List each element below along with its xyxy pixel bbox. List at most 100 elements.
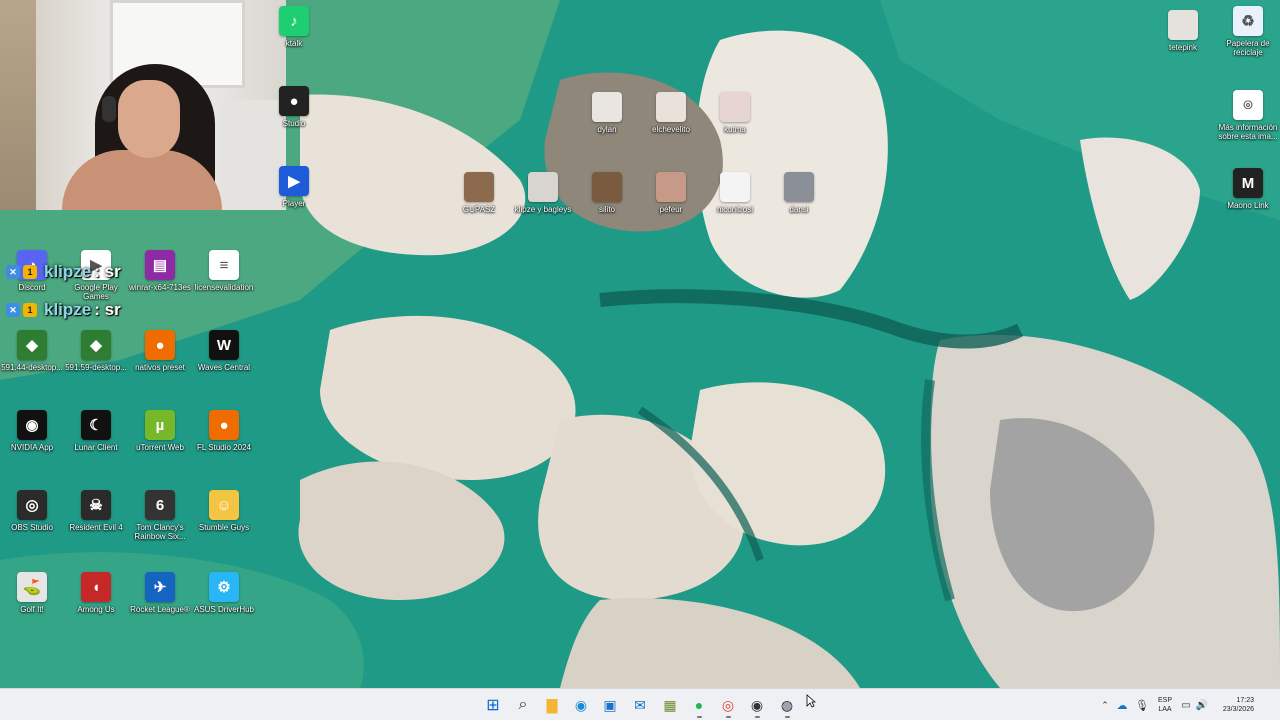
gupasz-icon bbox=[464, 172, 494, 202]
chat-badge-icon: 1 bbox=[23, 303, 37, 317]
desktop-icon-label: Maono Link bbox=[1227, 201, 1269, 210]
desktop-icon-klipze[interactable]: klipze y bagleys bbox=[511, 172, 575, 214]
desktop-icon-label: Google Play Games bbox=[74, 283, 118, 301]
desktop-icon-tiktok[interactable]: ♪ ktalk bbox=[262, 6, 326, 48]
desktop-icon-kutma[interactable]: kutma bbox=[703, 92, 767, 134]
desktop-icon-winrar[interactable]: ▤ winrar-x64-713es bbox=[128, 250, 192, 292]
waves-icon: W bbox=[209, 330, 239, 360]
desktop-icon-label: Más información sobre esta ima... bbox=[1218, 123, 1278, 141]
desktop-icon-stumble[interactable]: ☺ Stumble Guys bbox=[192, 490, 256, 532]
kutma-icon bbox=[720, 92, 750, 122]
desktop-icon-nvd1[interactable]: ◆ 591.44-desktop... bbox=[0, 330, 64, 372]
asus-icon: ⚙ bbox=[209, 572, 239, 602]
taskbar-minecraft-icon[interactable]: ▦ bbox=[660, 695, 680, 715]
desktop-icon-label: ASUS DriverHub bbox=[193, 605, 254, 614]
rocket-icon: ✈ bbox=[145, 572, 175, 602]
obs-left-icon: ● bbox=[279, 86, 309, 116]
nativos-icon: ● bbox=[145, 330, 175, 360]
volume-icon[interactable]: 🔊 bbox=[1194, 700, 1210, 711]
chat-username: klipze bbox=[44, 262, 92, 281]
utorrent-icon: µ bbox=[145, 410, 175, 440]
spotlight-icon: ⌾ bbox=[1233, 90, 1263, 120]
taskbar-obs-task-icon[interactable]: ◉ bbox=[747, 695, 767, 715]
desktop-icon-label: dansi bbox=[789, 205, 809, 214]
desktop-icon-label: nativos preset bbox=[135, 363, 185, 372]
desktop-icon-label: FL Studio 2024 bbox=[197, 443, 251, 452]
taskbar-start-icon[interactable]: ⊞ bbox=[483, 695, 503, 715]
winrar-icon: ▤ bbox=[145, 250, 175, 280]
chat-text: : sr bbox=[94, 262, 121, 281]
tray-overflow-chevron-icon[interactable]: ⌃ bbox=[1098, 700, 1112, 711]
desktop-icon-asus[interactable]: ⚙ ASUS DriverHub bbox=[192, 572, 256, 614]
taskbar-running-indicator bbox=[755, 716, 760, 718]
desktop-icon-gupasz[interactable]: GUPASZ bbox=[447, 172, 511, 214]
chat-message: ✕ 1 klipze : sr bbox=[6, 262, 121, 282]
taskbar: ⊞ ⌕ ▇ ◉ ▣ ✉ ▦ ● ◎ ◉ ◍ ⌃ ☁ 🎙 ESP LAA ▭ 🔊 17:23 23/3… bbox=[0, 688, 1280, 720]
niconitrosi-icon bbox=[720, 172, 750, 202]
webcam-headset bbox=[102, 96, 116, 122]
desktop-icon-label: Rocket League® bbox=[130, 605, 190, 614]
desktop-icon-obs[interactable]: ◎ OBS Studio bbox=[0, 490, 64, 532]
desktop-icon-lunar[interactable]: ☾ Lunar Client bbox=[64, 410, 128, 452]
re4-icon: ☠ bbox=[81, 490, 111, 520]
taskbar-running-indicator bbox=[697, 716, 702, 718]
desktop-icon-obs-left[interactable]: ● Studio bbox=[262, 86, 326, 128]
desktop-icon-golfit[interactable]: ⛳ Golf It! bbox=[0, 572, 64, 614]
desktop-icon-utorrent[interactable]: µ uTorrent Web bbox=[128, 410, 192, 452]
onedrive-icon[interactable]: ☁ bbox=[1112, 699, 1132, 712]
desktop-icon-license[interactable]: ≡ licensevalidation bbox=[192, 250, 256, 292]
desktop-icon-flstudio[interactable]: ● FL Studio 2024 bbox=[192, 410, 256, 452]
desktop-icon-label: kutma bbox=[724, 125, 746, 134]
desktop-icon-maono[interactable]: M Maono Link bbox=[1216, 168, 1280, 210]
desktop-icon-player[interactable]: ▶ Player bbox=[262, 166, 326, 208]
taskbar-spotify-icon[interactable]: ● bbox=[689, 695, 709, 715]
desktop-icon-label: klipze y bagleys bbox=[514, 205, 572, 214]
desktop-icon-dansi[interactable]: dansi bbox=[767, 172, 831, 214]
desktop-icon-label: tetepink bbox=[1168, 43, 1198, 52]
network-icon[interactable]: ▭ bbox=[1178, 700, 1194, 711]
desktop-icon-label: Golf It! bbox=[20, 605, 44, 614]
taskbar-search-icon[interactable]: ⌕ bbox=[513, 695, 533, 715]
desktop-icon-pefeur[interactable]: pefeur bbox=[639, 172, 703, 214]
clock[interactable]: 17:23 23/3/2026 bbox=[1210, 696, 1254, 714]
desktop-icon-dylan[interactable]: dylan bbox=[575, 92, 639, 134]
desktop-icon-label: silito bbox=[598, 205, 615, 214]
desktop-icon-waves[interactable]: W Waves Central bbox=[192, 330, 256, 372]
taskbar-chrome-icon[interactable]: ◎ bbox=[718, 695, 738, 715]
desktop-icon-recycle[interactable]: ♻ Papelera de reciclaje bbox=[1216, 6, 1280, 57]
desktop-icon-spotlight[interactable]: ⌾ Más información sobre esta ima... bbox=[1216, 90, 1280, 141]
desktop-icon-r6[interactable]: 6 Tom Clancy's Rainbow Six... bbox=[128, 490, 192, 541]
microphone-icon[interactable]: 🎙 bbox=[1132, 699, 1152, 712]
taskbar-store-icon[interactable]: ▣ bbox=[600, 695, 620, 715]
desktop-icon-elchevelito[interactable]: elchevelito bbox=[639, 92, 703, 134]
desktop-icon-nativos[interactable]: ● nativos preset bbox=[128, 330, 192, 372]
desktop-icon-niconitrosi[interactable]: niconitrosi bbox=[703, 172, 767, 214]
taskbar-steam-icon[interactable]: ◍ bbox=[777, 695, 797, 715]
chat-badge-icon: ✕ bbox=[6, 303, 20, 317]
pefeur-icon bbox=[656, 172, 686, 202]
taskbar-outlook-icon[interactable]: ✉ bbox=[630, 695, 650, 715]
taskbar-running-indicator bbox=[726, 716, 731, 718]
desktop-icon-silito[interactable]: silito bbox=[575, 172, 639, 214]
desktop-icon-amongus[interactable]: ◖ Among Us bbox=[64, 572, 128, 614]
taskbar-explorer-icon[interactable]: ▇ bbox=[542, 695, 562, 715]
desktop-icon-nvd2[interactable]: ◆ 591.59-desktop... bbox=[64, 330, 128, 372]
desktop-icon-label: Lunar Client bbox=[74, 443, 118, 452]
desktop-icon-re4[interactable]: ☠ Resident Evil 4 bbox=[64, 490, 128, 532]
desktop-icon-label: Stumble Guys bbox=[198, 523, 250, 532]
golfit-icon: ⛳ bbox=[17, 572, 47, 602]
desktop-icon-label: Among Us bbox=[77, 605, 115, 614]
desktop-icon-label: GUPASZ bbox=[462, 205, 496, 214]
language-indicator[interactable]: ESP LAA bbox=[1152, 696, 1178, 714]
mouse-cursor-icon bbox=[806, 694, 816, 708]
taskbar-edge-icon[interactable]: ◉ bbox=[571, 695, 591, 715]
desktop-icon-rocket[interactable]: ✈ Rocket League® bbox=[128, 572, 192, 614]
r6-icon: 6 bbox=[145, 490, 175, 520]
desktop-icon-label: dylan bbox=[597, 125, 617, 134]
language-code: ESP bbox=[1157, 697, 1172, 704]
desktop-icon-tetepink[interactable]: tetepink bbox=[1151, 10, 1215, 52]
amongus-icon: ◖ bbox=[81, 572, 111, 602]
flstudio-icon: ● bbox=[209, 410, 239, 440]
obs-icon: ◎ bbox=[17, 490, 47, 520]
desktop-icon-nvidia[interactable]: ◉ NVIDIA App bbox=[0, 410, 64, 452]
